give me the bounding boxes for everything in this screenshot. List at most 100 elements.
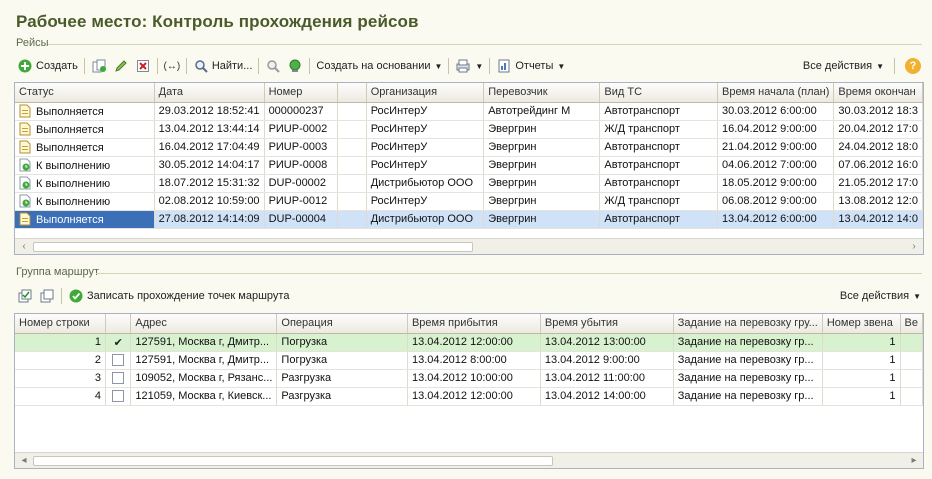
check-all-button[interactable] bbox=[14, 286, 36, 306]
blank-cell[interactable] bbox=[337, 120, 367, 139]
reports-button[interactable]: Отчеты ▼ bbox=[493, 56, 568, 76]
delete-button[interactable] bbox=[132, 56, 154, 76]
column-header-row-number[interactable]: Номер строки bbox=[15, 314, 106, 334]
column-header-operation[interactable]: Операция bbox=[276, 314, 408, 334]
start-time-cell[interactable]: 06.08.2012 9:00:00 bbox=[717, 192, 835, 211]
operation-cell[interactable]: Разгрузка bbox=[276, 369, 408, 388]
operation-cell[interactable]: Погрузка bbox=[276, 333, 408, 352]
column-header-number[interactable]: Номер bbox=[264, 83, 339, 103]
carrier-cell[interactable]: Автотрейдинг М bbox=[483, 102, 601, 121]
number-cell[interactable]: РИUP-0002 bbox=[264, 120, 339, 139]
vehicle-type-cell[interactable]: Автотранспорт bbox=[599, 156, 718, 175]
carrier-cell[interactable]: Эвергрин bbox=[483, 138, 601, 157]
carrier-cell[interactable]: Эвергрин bbox=[483, 120, 601, 139]
departure-time-cell[interactable]: 13.04.2012 9:00:00 bbox=[540, 351, 674, 370]
scroll-left-icon[interactable]: ◂ bbox=[17, 454, 31, 468]
route-horizontal-scrollbar[interactable]: ◂ ▸ bbox=[15, 452, 923, 468]
more-cell[interactable] bbox=[900, 351, 923, 370]
route-point-row[interactable]: 3 109052, Москва г, Рязанс... Разгрузка 13.… bbox=[15, 369, 923, 388]
column-header-carrier[interactable]: Перевозчик bbox=[483, 83, 601, 103]
start-time-cell[interactable]: 30.03.2012 6:00:00 bbox=[717, 102, 835, 121]
column-header-check[interactable] bbox=[105, 314, 132, 334]
route-all-actions-button[interactable]: Все действия ▼ bbox=[837, 286, 924, 306]
route-point-row[interactable]: 4 121059, Москва г, Киевск... Разгрузка 13.… bbox=[15, 387, 923, 406]
carrier-cell[interactable]: Эвергрин bbox=[483, 192, 601, 211]
scroll-left-icon[interactable]: ‹ bbox=[17, 240, 31, 254]
organization-cell[interactable]: РосИнтерУ bbox=[366, 120, 485, 139]
trip-row[interactable]: К выполнению 02.08.2012 10:59:00 РИUP-0012… bbox=[15, 192, 923, 211]
uncheck-all-button[interactable] bbox=[36, 286, 58, 306]
column-header-transport-task[interactable]: Задание на перевозку гру... bbox=[673, 314, 823, 334]
create-based-on-button[interactable]: Создать на основании ▼ bbox=[313, 56, 445, 76]
vehicle-type-cell[interactable]: Автотранспорт bbox=[599, 102, 718, 121]
operation-cell[interactable]: Погрузка bbox=[276, 351, 408, 370]
trip-row[interactable]: Выполняется 13.04.2012 13:44:14 РИUP-0002 Р… bbox=[15, 120, 923, 139]
date-cell[interactable]: 02.08.2012 10:59:00 bbox=[154, 192, 265, 211]
carrier-cell[interactable]: Эвергрин bbox=[483, 210, 601, 229]
status-cell[interactable]: К выполнению bbox=[15, 156, 155, 175]
carrier-cell[interactable]: Эвергрин bbox=[483, 174, 601, 193]
organization-cell[interactable]: РосИнтерУ bbox=[366, 192, 485, 211]
number-cell[interactable]: РИUP-0008 bbox=[264, 156, 339, 175]
row-number-cell[interactable]: 3 bbox=[15, 369, 106, 388]
column-header-end-time[interactable]: Время окончан bbox=[833, 83, 923, 103]
organization-cell[interactable]: РосИнтерУ bbox=[366, 156, 485, 175]
link-button[interactable]: (↔) bbox=[161, 56, 183, 76]
blank-cell[interactable] bbox=[337, 156, 367, 175]
scroll-right-icon[interactable]: › bbox=[907, 240, 921, 254]
arrival-time-cell[interactable]: 13.04.2012 8:00:00 bbox=[407, 351, 541, 370]
vehicle-type-cell[interactable]: Автотранспорт bbox=[599, 138, 718, 157]
unchecked-checkbox[interactable] bbox=[112, 389, 125, 402]
transport-task-cell[interactable]: Задание на перевозку гр... bbox=[673, 387, 823, 406]
row-number-cell[interactable]: 2 bbox=[15, 351, 106, 370]
column-header-status[interactable]: Статус bbox=[15, 83, 155, 103]
end-time-cell[interactable]: 13.04.2012 14:0 bbox=[833, 210, 923, 229]
number-cell[interactable]: DUP-00002 bbox=[264, 174, 339, 193]
scroll-right-icon[interactable]: ▸ bbox=[907, 454, 921, 468]
blank-cell[interactable] bbox=[337, 210, 367, 229]
column-header-date[interactable]: Дата bbox=[154, 83, 265, 103]
number-cell[interactable]: РИUP-0012 bbox=[264, 192, 339, 211]
trip-row[interactable]: К выполнению 30.05.2012 14:04:17 РИUP-0008… bbox=[15, 156, 923, 175]
column-header-vehicle-type[interactable]: Вид ТС bbox=[599, 83, 718, 103]
more-cell[interactable] bbox=[900, 333, 923, 352]
address-cell[interactable]: 127591, Москва г, Дмитр... bbox=[130, 333, 278, 352]
start-time-cell[interactable]: 13.04.2012 6:00:00 bbox=[717, 210, 835, 229]
departure-time-cell[interactable]: 13.04.2012 11:00:00 bbox=[540, 369, 674, 388]
clear-filter-button[interactable] bbox=[262, 56, 284, 76]
address-cell[interactable]: 121059, Москва г, Киевск... bbox=[130, 387, 278, 406]
date-cell[interactable]: 30.05.2012 14:04:17 bbox=[154, 156, 265, 175]
status-cell[interactable]: Выполняется bbox=[15, 210, 155, 229]
arrival-time-cell[interactable]: 13.04.2012 10:00:00 bbox=[407, 369, 541, 388]
start-time-cell[interactable]: 16.04.2012 9:00:00 bbox=[717, 120, 835, 139]
vehicle-type-cell[interactable]: Автотранспорт bbox=[599, 210, 718, 229]
trip-row[interactable]: Выполняется 27.08.2012 14:14:09 DUP-00004 Д… bbox=[15, 210, 923, 229]
date-cell[interactable]: 13.04.2012 13:44:14 bbox=[154, 120, 265, 139]
unchecked-checkbox[interactable] bbox=[112, 353, 125, 366]
scroll-thumb[interactable] bbox=[33, 242, 473, 252]
column-header-departure[interactable]: Время убытия bbox=[540, 314, 674, 334]
organization-cell[interactable]: РосИнтерУ bbox=[366, 102, 485, 121]
check-cell[interactable] bbox=[105, 369, 132, 388]
operation-cell[interactable]: Разгрузка bbox=[276, 387, 408, 406]
scroll-thumb[interactable] bbox=[33, 456, 553, 466]
number-cell[interactable]: DUP-00004 bbox=[264, 210, 339, 229]
blank-cell[interactable] bbox=[337, 138, 367, 157]
row-number-cell[interactable]: 1 bbox=[15, 333, 106, 352]
departure-time-cell[interactable]: 13.04.2012 14:00:00 bbox=[540, 387, 674, 406]
all-actions-button[interactable]: Все действия ▼ bbox=[800, 56, 887, 76]
more-cell[interactable] bbox=[900, 387, 923, 406]
transport-task-cell[interactable]: Задание на перевозку гр... bbox=[673, 351, 823, 370]
column-header-address[interactable]: Адрес bbox=[130, 314, 278, 334]
help-button[interactable]: ? bbox=[902, 56, 924, 76]
check-cell[interactable] bbox=[105, 387, 132, 406]
column-header-organization[interactable]: Организация bbox=[366, 83, 485, 103]
end-time-cell[interactable]: 20.04.2012 17:0 bbox=[833, 120, 923, 139]
vehicle-type-cell[interactable]: Автотранспорт bbox=[599, 174, 718, 193]
blank-cell[interactable] bbox=[337, 174, 367, 193]
vehicle-type-cell[interactable]: Ж/Д транспорт bbox=[599, 192, 718, 211]
link-number-cell[interactable]: 1 bbox=[822, 333, 901, 352]
check-cell[interactable] bbox=[105, 351, 132, 370]
column-header-link-number[interactable]: Номер звена bbox=[822, 314, 901, 334]
record-route-points-button[interactable]: Записать прохождение точек маршрута bbox=[65, 286, 292, 306]
